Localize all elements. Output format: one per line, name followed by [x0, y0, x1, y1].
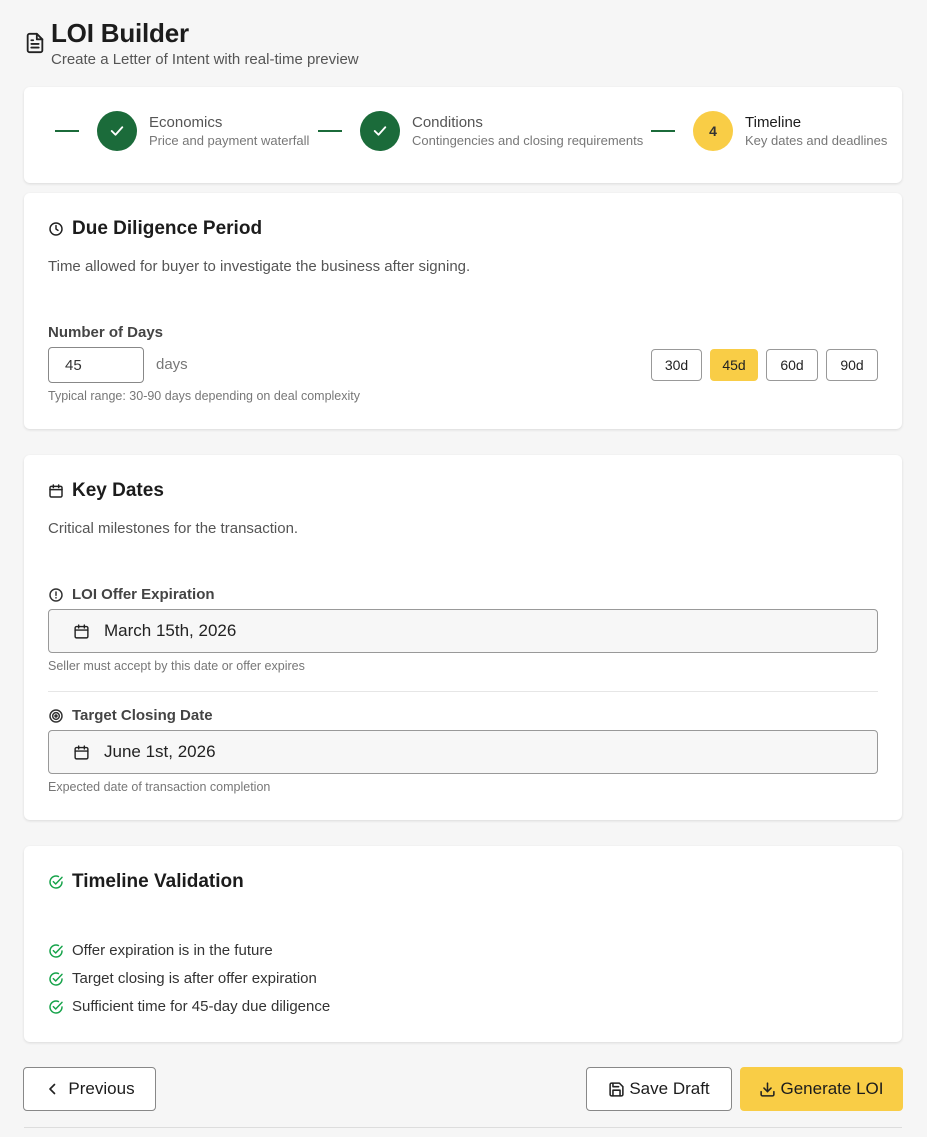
due-diligence-card: Due Diligence Period Time allowed for bu…: [24, 193, 902, 429]
step-timeline-indicator[interactable]: 4: [693, 111, 733, 151]
offer-expiration-value: March 15th, 2026: [104, 621, 237, 640]
key-dates-heading: Key Dates: [48, 480, 164, 502]
calendar-icon: [74, 744, 89, 760]
alert-circle-icon: [49, 587, 63, 602]
save-draft-button[interactable]: Save Draft: [586, 1067, 732, 1111]
generate-loi-label: Generate LOI: [780, 1079, 884, 1098]
step-timeline-title[interactable]: Timeline: [745, 114, 801, 131]
page-subtitle: Create a Letter of Intent with real-time…: [51, 51, 359, 68]
preset-90d-button[interactable]: 90d: [826, 349, 878, 381]
target-closing-value: June 1st, 2026: [104, 742, 216, 761]
previous-label: Previous: [68, 1079, 135, 1098]
step-connector: [318, 130, 342, 132]
preset-60d-button[interactable]: 60d: [766, 349, 818, 381]
offer-expiration-date-picker[interactable]: March 15th, 2026: [48, 609, 878, 653]
step-connector: [651, 130, 675, 132]
target-closing-date-picker[interactable]: June 1st, 2026: [48, 730, 878, 774]
preset-45d-button[interactable]: 45d: [710, 349, 758, 381]
step-economics-indicator[interactable]: [97, 111, 137, 151]
validation-item-text: Offer expiration is in the future: [72, 942, 273, 959]
target-icon: [49, 708, 63, 723]
key-dates-description: Critical milestones for the transaction.: [48, 520, 299, 537]
calendar-icon: [74, 623, 89, 639]
due-diligence-heading: Due Diligence Period: [48, 218, 262, 240]
days-input[interactable]: [48, 347, 144, 383]
days-label: Number of Days: [48, 324, 164, 341]
step-economics-subtitle: Price and payment waterfall: [149, 133, 310, 148]
target-closing-label: Target Closing Date: [72, 707, 213, 724]
footer-divider: [24, 1127, 902, 1128]
validation-title: Timeline Validation: [72, 871, 244, 892]
validation-item: Offer expiration is in the future: [48, 942, 273, 959]
offer-expiration-hint: Seller must accept by this date or offer…: [48, 659, 305, 673]
divider: [48, 691, 878, 692]
document-icon: [26, 32, 44, 54]
step-conditions-subtitle: Contingencies and closing requirements: [412, 133, 644, 148]
days-hint: Typical range: 30-90 days depending on d…: [48, 389, 361, 403]
check-circle-icon: [49, 875, 63, 889]
progress-stepper: Economics Price and payment waterfall Co…: [24, 87, 902, 183]
step-connector: [55, 130, 79, 132]
check-circle-icon: [49, 999, 63, 1014]
validation-item: Sufficient time for 45-day due diligence: [48, 998, 330, 1015]
step-conditions-title[interactable]: Conditions: [412, 114, 483, 131]
step-conditions-indicator[interactable]: [360, 111, 400, 151]
check-circle-icon: [49, 971, 63, 986]
validation-item: Target closing is after offer expiration: [48, 970, 317, 987]
calendar-icon: [49, 484, 63, 498]
offer-expiration-label: LOI Offer Expiration: [72, 586, 215, 603]
page-title: LOI Builder: [51, 18, 189, 48]
offer-expiration-label-row: LOI Offer Expiration: [48, 586, 215, 603]
download-icon: [760, 1081, 776, 1097]
chevron-left-icon: [49, 1083, 56, 1095]
timeline-validation-card: Timeline Validation Offer expiration is …: [24, 846, 902, 1042]
previous-button[interactable]: Previous: [23, 1067, 156, 1111]
validation-item-text: Target closing is after offer expiration: [72, 970, 317, 987]
step-timeline-subtitle: Key dates and deadlines: [745, 133, 888, 148]
days-unit: days: [156, 356, 188, 373]
due-diligence-title: Due Diligence Period: [72, 218, 263, 239]
key-dates-title: Key Dates: [72, 480, 164, 501]
check-icon: [110, 126, 124, 136]
key-dates-card: Key Dates Critical milestones for the tr…: [24, 455, 902, 820]
check-icon: [373, 126, 387, 136]
target-closing-hint: Expected date of transaction completion: [48, 780, 271, 794]
target-closing-label-row: Target Closing Date: [48, 707, 213, 724]
clock-icon: [49, 222, 63, 236]
generate-loi-button[interactable]: Generate LOI: [740, 1067, 903, 1111]
save-icon: [609, 1081, 624, 1097]
due-diligence-description: Time allowed for buyer to investigate th…: [48, 258, 471, 275]
preset-30d-button[interactable]: 30d: [651, 349, 702, 381]
validation-item-text: Sufficient time for 45-day due diligence: [72, 998, 331, 1015]
validation-heading: Timeline Validation: [48, 871, 244, 893]
check-circle-icon: [49, 943, 63, 958]
save-draft-label: Save Draft: [629, 1079, 710, 1098]
step-economics-title[interactable]: Economics: [149, 114, 222, 131]
